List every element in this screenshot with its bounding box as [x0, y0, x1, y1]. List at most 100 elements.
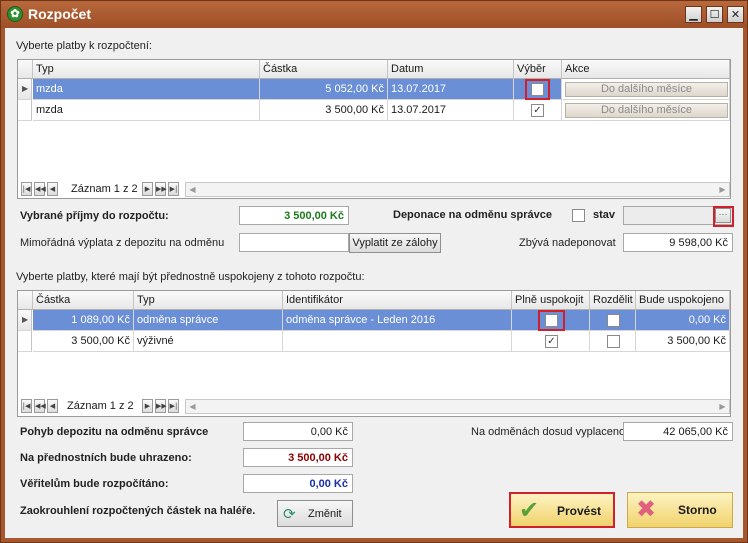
- grid-indicator-header: [18, 291, 33, 310]
- highlight-marker: [713, 206, 734, 227]
- record-counter: Záznam 1 z 2: [71, 183, 138, 195]
- scroll-right-icon[interactable]: ▶: [716, 183, 729, 196]
- table-row-amount[interactable]: 1 089,00 Kč: [33, 310, 134, 331]
- change-button-label: Změnit: [308, 508, 342, 520]
- maximize-button[interactable]: ☐: [706, 6, 723, 23]
- app-window: ✿ Rozpočet ▁ ☐ ✕ Vyberte platby k rozpoč…: [0, 0, 748, 543]
- priority-paid-value: 3 500,00 Kč: [243, 448, 353, 467]
- highlight-marker: [525, 79, 550, 100]
- last-record-icon[interactable]: ▶|: [168, 399, 179, 413]
- table-row-date[interactable]: 13.07.2017: [388, 79, 514, 100]
- app-logo-icon: ✿: [7, 6, 23, 22]
- change-button[interactable]: ⟳ Změnit: [277, 500, 353, 527]
- priority-section-label: Vyberte platby, které mají být přednostn…: [16, 271, 365, 283]
- next-page-icon[interactable]: ▶▶: [155, 182, 167, 196]
- prev-record-icon[interactable]: ◀: [47, 399, 58, 413]
- cross-icon: ✖: [636, 495, 657, 523]
- table-row-type[interactable]: výživné: [134, 331, 283, 352]
- pay-from-advance-button[interactable]: Vyplatit ze zálohy: [349, 233, 441, 253]
- column-header-identifikator[interactable]: Identifikátor: [283, 291, 512, 310]
- title-bar[interactable]: ✿ Rozpočet ▁ ☐ ✕: [1, 1, 747, 28]
- next-month-button[interactable]: Do dalšího měsíce: [565, 103, 728, 118]
- table-row-amount[interactable]: 3 500,00 Kč: [260, 100, 388, 121]
- column-header-datum[interactable]: Datum: [388, 60, 514, 79]
- table-row-amount[interactable]: 5 052,00 Kč: [260, 79, 388, 100]
- last-record-icon[interactable]: ▶|: [168, 182, 179, 196]
- cancel-button[interactable]: ✖ Storno: [627, 492, 733, 528]
- split-checkbox[interactable]: [607, 314, 620, 327]
- full-satisfy-checkbox-checked[interactable]: ✓: [545, 335, 558, 348]
- payments-grid: Typ Částka Datum Výběr Akce ▶ mzda 5 052…: [17, 59, 731, 199]
- prev-page-icon[interactable]: ◀◀: [34, 399, 46, 413]
- split-checkbox[interactable]: [607, 335, 620, 348]
- record-counter: Záznam 1 z 2: [67, 400, 134, 412]
- table-row-date[interactable]: 13.07.2017: [388, 100, 514, 121]
- first-record-icon[interactable]: |◀: [21, 399, 32, 413]
- column-header-bude-uspokojeno[interactable]: Bude uspokojeno: [636, 291, 730, 310]
- column-header-typ[interactable]: Typ: [134, 291, 283, 310]
- row-indicator-icon: ▶: [18, 310, 32, 331]
- column-header-plne-uspokojit[interactable]: Plně uspokojit: [512, 291, 590, 310]
- table-row-type[interactable]: mzda: [33, 100, 260, 121]
- cancel-button-label: Storno: [678, 503, 717, 517]
- close-button[interactable]: ✕: [727, 6, 744, 23]
- row-indicator-icon: ▶: [18, 79, 32, 100]
- scroll-left-icon[interactable]: ◀: [186, 400, 199, 413]
- table-row-will-satisfy[interactable]: 3 500,00 Kč: [636, 331, 730, 352]
- row-indicator: [18, 331, 32, 352]
- paid-so-far-label: Na odměnách dosud vyplaceno: [471, 426, 626, 438]
- next-month-button[interactable]: Do dalšího měsíce: [565, 82, 728, 97]
- next-page-icon[interactable]: ▶▶: [155, 399, 167, 413]
- extra-payout-input[interactable]: [239, 233, 349, 252]
- creditors-label: Věřitelům bude rozpočítáno:: [20, 478, 169, 490]
- table-row-will-satisfy[interactable]: 0,00 Kč: [636, 310, 730, 331]
- state-label: stav: [593, 209, 616, 221]
- deposit-label: Deponace na odměnu správce: [393, 209, 552, 221]
- column-header-akce[interactable]: Akce: [562, 60, 730, 79]
- column-header-typ[interactable]: Typ: [33, 60, 260, 79]
- priority-grid: Částka Typ Identifikátor Plně uspokojit …: [17, 290, 731, 417]
- scroll-right-icon[interactable]: ▶: [716, 400, 729, 413]
- creditors-value: 0,00 Kč: [243, 474, 353, 493]
- income-label: Vybrané příjmy do rozpočtu:: [20, 210, 169, 222]
- table-row-amount[interactable]: 3 500,00 Kč: [33, 331, 134, 352]
- column-header-castka[interactable]: Částka: [260, 60, 388, 79]
- table-row-identifier[interactable]: [283, 331, 512, 352]
- column-header-rozdelit[interactable]: Rozdělit: [590, 291, 636, 310]
- table-row-type[interactable]: mzda: [33, 79, 260, 100]
- refresh-icon: ⟳: [283, 505, 296, 523]
- priority-paid-label: Na přednostních bude uhrazeno:: [20, 452, 192, 464]
- prev-record-icon[interactable]: ◀: [47, 182, 58, 196]
- deposit-checkbox[interactable]: [572, 209, 585, 222]
- highlight-marker: [538, 310, 565, 331]
- paid-so-far-value: 42 065,00 Kč: [623, 422, 733, 441]
- next-record-icon[interactable]: ▶: [142, 182, 153, 196]
- extra-payout-label: Mimořádná výplata z depozitu na odměnu: [20, 237, 225, 249]
- remaining-value: 9 598,00 Kč: [623, 233, 733, 252]
- column-header-castka[interactable]: Částka: [33, 291, 134, 310]
- payments-section-label: Vyberte platby k rozpočtení:: [16, 40, 152, 52]
- row-indicator: [18, 100, 32, 121]
- remaining-label: Zbývá nadeponovat: [519, 237, 616, 249]
- select-checkbox-checked[interactable]: ✓: [531, 104, 544, 117]
- dialog-body: Vyberte platby k rozpočtení: Typ Částka …: [5, 28, 743, 538]
- table-row-type[interactable]: odměna správce: [134, 310, 283, 331]
- grid-indicator-header: [18, 60, 33, 79]
- horizontal-scrollbar[interactable]: ◀ ▶: [185, 399, 730, 414]
- column-header-vyber[interactable]: Výběr: [514, 60, 562, 79]
- first-record-icon[interactable]: |◀: [21, 182, 32, 196]
- record-navigator: |◀ ◀◀ ◀ Záznam 1 z 2 ▶ ▶▶ ▶|: [21, 399, 191, 415]
- income-value: 3 500,00 Kč: [239, 206, 349, 225]
- rounding-label: Zaokrouhlení rozpočtených částek na halé…: [20, 505, 256, 517]
- scroll-left-icon[interactable]: ◀: [186, 183, 199, 196]
- window-title: Rozpočet: [28, 6, 91, 22]
- minimize-button[interactable]: ▁: [685, 6, 702, 23]
- horizontal-scrollbar[interactable]: ◀ ▶: [185, 182, 730, 197]
- table-row-identifier[interactable]: odměna správce - Leden 2016: [283, 310, 512, 331]
- prev-page-icon[interactable]: ◀◀: [34, 182, 46, 196]
- confirm-button[interactable]: ✔ Provést: [509, 492, 615, 528]
- next-record-icon[interactable]: ▶: [142, 399, 153, 413]
- checkmark-icon: ✔: [519, 496, 540, 524]
- deposit-movement-value: 0,00 Kč: [243, 422, 353, 441]
- record-navigator: |◀ ◀◀ ◀ Záznam 1 z 2 ▶ ▶▶ ▶|: [21, 182, 191, 198]
